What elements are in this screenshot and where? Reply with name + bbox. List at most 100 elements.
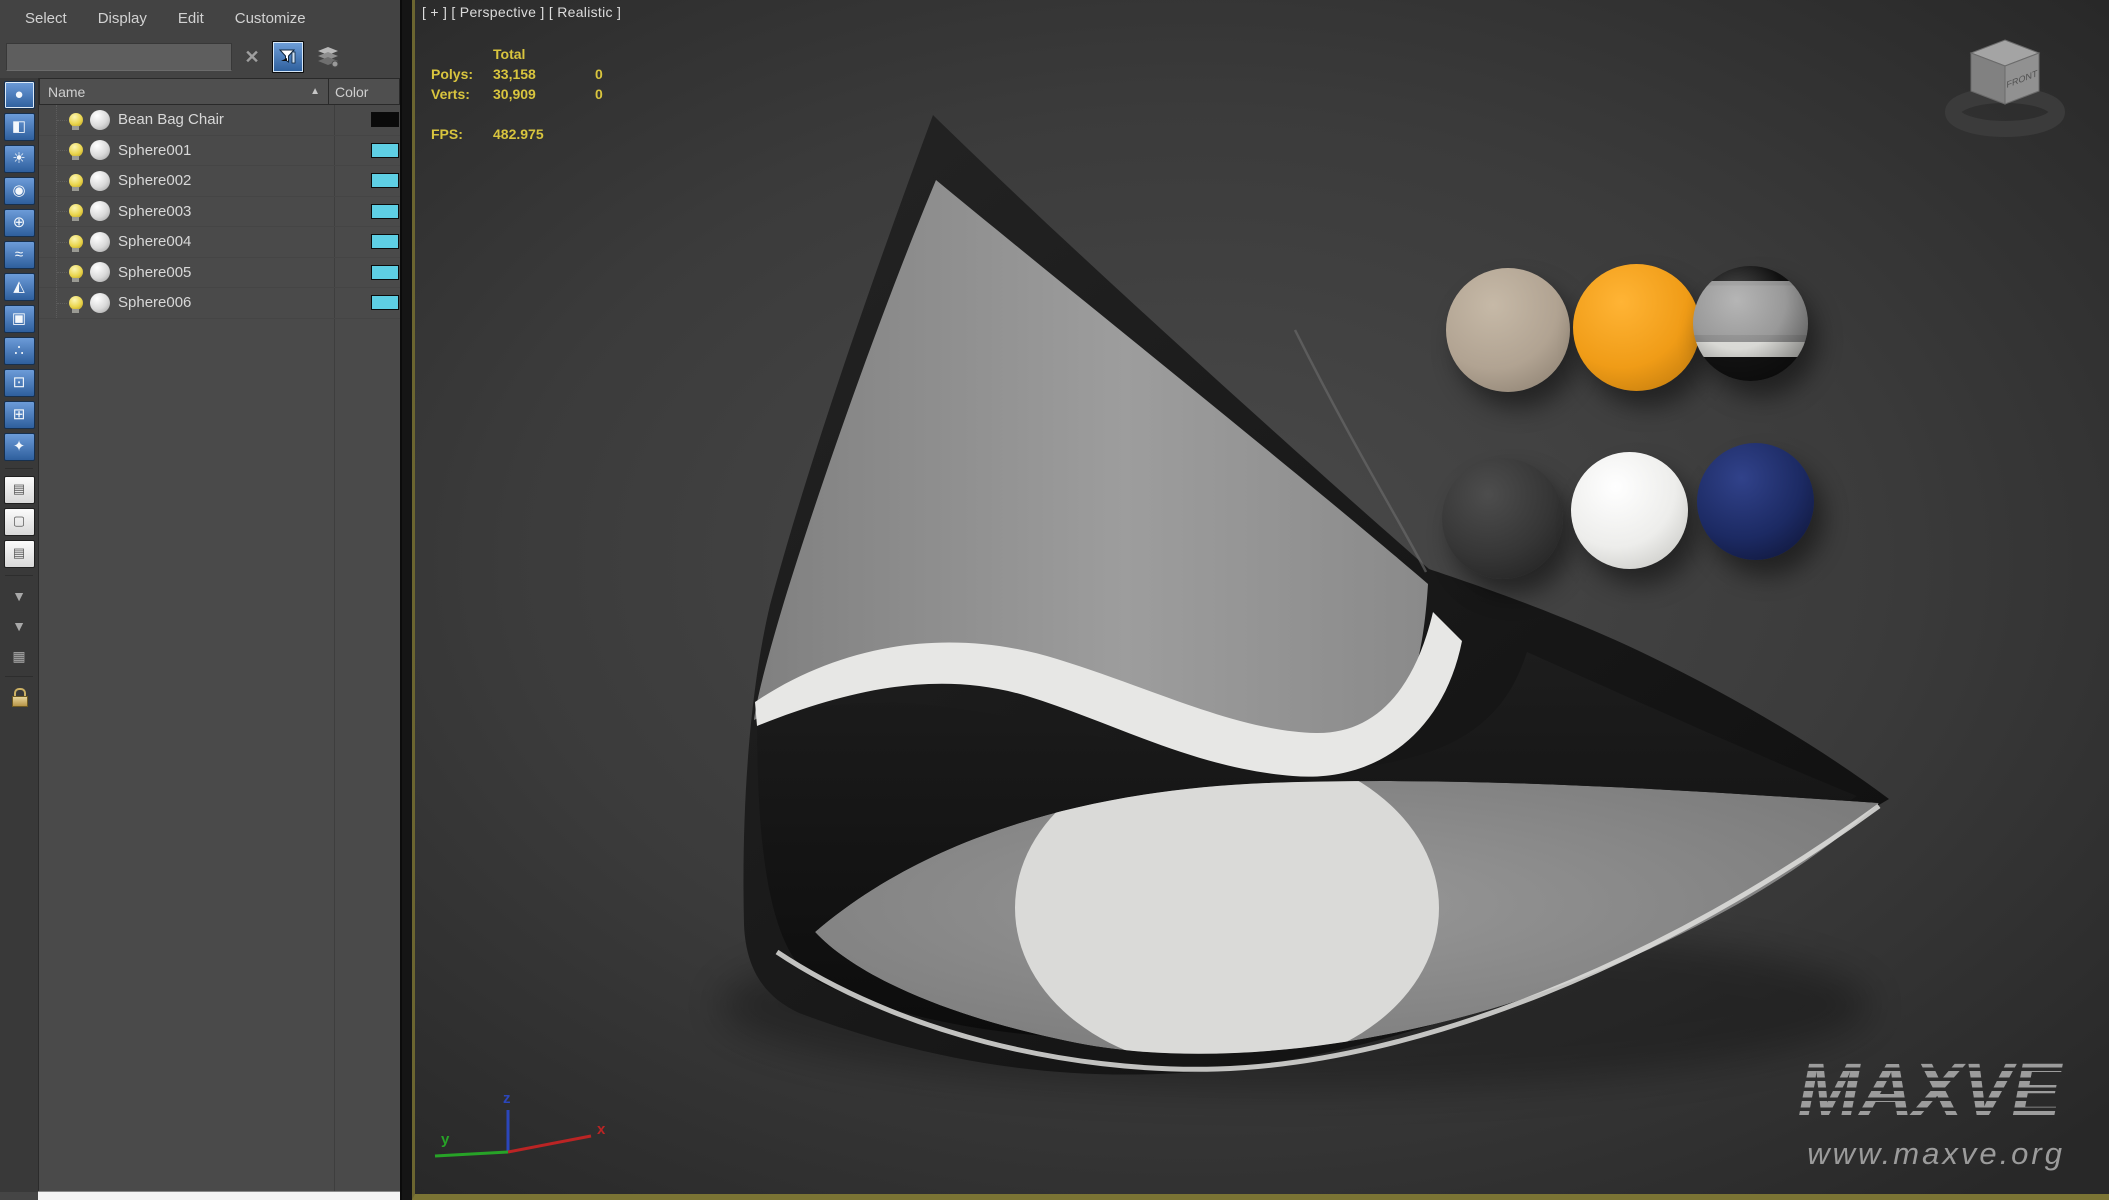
tree-branch-line (56, 136, 67, 166)
material-sphere-orange[interactable] (1573, 264, 1700, 391)
display-xrefs-icon[interactable]: ⊡ (4, 369, 35, 397)
object-name: Sphere004 (118, 233, 191, 250)
column-color[interactable]: Color (328, 79, 399, 104)
viewcube[interactable]: FRONT (1935, 20, 2075, 140)
script-note-icon[interactable]: ▤ (4, 540, 35, 568)
list-header: Name ▲ Color (39, 78, 400, 105)
object-color-swatch[interactable] (371, 204, 399, 219)
material-sphere-navy[interactable] (1697, 443, 1814, 560)
filter-settings-icon[interactable]: ▼ (5, 613, 34, 639)
viewport-label[interactable]: [ + ] [ Perspective ] [ Realistic ] (422, 4, 621, 20)
toolbar-divider (5, 676, 33, 677)
toolbar-divider (5, 575, 33, 576)
visibility-bulb-icon[interactable] (69, 235, 83, 249)
material-sphere-white[interactable] (1571, 452, 1688, 569)
category-toolbar: ● ◧ ☀ ◉ ⊕ ≈ ◭ ▣ ∴ ⊡ ⊞ ✦ ▤ ▢ ▤ ▼ ▼ ▦ (0, 78, 38, 1192)
layers-icon (316, 46, 340, 68)
display-containers-icon[interactable]: ▣ (4, 305, 35, 333)
object-name: Sphere003 (118, 203, 191, 220)
display-space-warps-icon[interactable]: ≈ (4, 241, 35, 269)
menu-edit[interactable]: Edit (178, 10, 204, 27)
material-sphere-striped-gray[interactable] (1693, 266, 1808, 381)
viewport-canvas[interactable]: [ + ] [ Perspective ] [ Realistic ] Tota… (412, 0, 2109, 1200)
display-assemblies-icon[interactable]: ⊞ (4, 401, 35, 429)
filter-button[interactable] (272, 41, 304, 73)
object-name: Sphere005 (118, 264, 191, 281)
object-sphere-icon (90, 262, 110, 282)
object-sphere-icon (90, 232, 110, 252)
table-row[interactable]: Sphere004 (39, 227, 400, 258)
display-connections-icon[interactable]: ∴ (4, 337, 35, 365)
funnel-icon (278, 47, 298, 67)
application-window: Select Display Edit Customize ✕ (0, 0, 2109, 1200)
clear-search-icon[interactable]: ✕ (241, 47, 263, 68)
display-lights-icon[interactable]: ☀ (4, 145, 35, 173)
visibility-bulb-icon[interactable] (69, 174, 83, 188)
display-helpers-icon[interactable]: ⊕ (4, 209, 35, 237)
docked-panel-edge (38, 1191, 402, 1200)
axis-z-label: z (503, 1090, 511, 1107)
polys-label: Polys: (431, 66, 493, 82)
object-name: Bean Bag Chair (118, 111, 224, 128)
object-sphere-icon (90, 140, 110, 160)
watermark-logo: MAXVE (1735, 1051, 2065, 1131)
polys-value: 33,158 (493, 66, 595, 82)
table-row[interactable]: Sphere002 (39, 166, 400, 197)
material-sphere-beige[interactable] (1446, 268, 1570, 392)
object-color-swatch[interactable] (371, 112, 399, 127)
object-color-swatch[interactable] (371, 143, 399, 158)
verts-label: Verts: (431, 86, 493, 102)
material-sphere-charcoal[interactable] (1442, 458, 1563, 579)
axis-y-label: y (441, 1131, 450, 1148)
object-sphere-icon (90, 293, 110, 313)
bean-bag-chair-object[interactable] (415, 0, 2109, 1200)
display-shapes-icon[interactable]: ◧ (4, 113, 35, 141)
axis-x-label: x (597, 1121, 606, 1138)
display-groups-icon[interactable]: ◭ (4, 273, 35, 301)
object-color-swatch[interactable] (371, 295, 399, 310)
table-row[interactable]: Sphere001 (39, 136, 400, 167)
table-row[interactable]: Sphere006 (39, 288, 400, 319)
search-input[interactable] (6, 43, 232, 71)
visibility-bulb-icon[interactable] (69, 143, 83, 157)
object-color-swatch[interactable] (371, 234, 399, 249)
tree-branch-line (56, 288, 67, 318)
object-list-region: Name ▲ Color Bean Bag Chair Sphere001 Sp… (38, 78, 400, 1192)
explorer-menubar: Select Display Edit Customize (0, 0, 400, 36)
verts-value: 30,909 (493, 86, 595, 102)
fps-label: FPS: (431, 126, 493, 142)
table-row[interactable]: Sphere005 (39, 258, 400, 289)
object-sphere-icon (90, 110, 110, 130)
display-plugins-icon[interactable]: ✦ (4, 433, 35, 461)
menu-select[interactable]: Select (25, 10, 67, 27)
blank-note-icon[interactable]: ▢ (4, 508, 35, 536)
visibility-bulb-icon[interactable] (69, 296, 83, 310)
visibility-bulb-icon[interactable] (69, 204, 83, 218)
archive-icon[interactable]: ▦ (5, 643, 34, 669)
display-cameras-icon[interactable]: ◉ (4, 177, 35, 205)
world-axis-gizmo: z x y (415, 1060, 635, 1200)
menu-display[interactable]: Display (98, 10, 147, 27)
menu-customize[interactable]: Customize (235, 10, 306, 27)
polys-delta: 0 (595, 66, 637, 82)
lock-icon[interactable] (5, 684, 34, 710)
object-color-swatch[interactable] (371, 265, 399, 280)
watermark-url: www.maxve.org (1735, 1136, 2065, 1172)
table-row[interactable]: Bean Bag Chair (39, 105, 400, 136)
watermark: MAXVE www.maxve.org (1735, 1051, 2065, 1172)
object-color-swatch[interactable] (371, 173, 399, 188)
object-sphere-icon (90, 201, 110, 221)
verts-delta: 0 (595, 86, 637, 102)
visibility-bulb-icon[interactable] (69, 265, 83, 279)
object-sphere-icon (90, 171, 110, 191)
filter-funnel-icon[interactable]: ▼ (5, 583, 34, 609)
scene-explorer-panel: Select Display Edit Customize ✕ (0, 0, 400, 1200)
table-row[interactable]: Sphere003 (39, 197, 400, 228)
display-geometry-icon[interactable]: ● (4, 81, 35, 109)
notes-icon[interactable]: ▤ (4, 476, 35, 504)
object-name: Sphere006 (118, 294, 191, 311)
search-row: ✕ (0, 36, 400, 78)
visibility-bulb-icon[interactable] (69, 113, 83, 127)
layer-stack-button[interactable] (313, 42, 343, 72)
column-name[interactable]: Name (48, 84, 85, 100)
